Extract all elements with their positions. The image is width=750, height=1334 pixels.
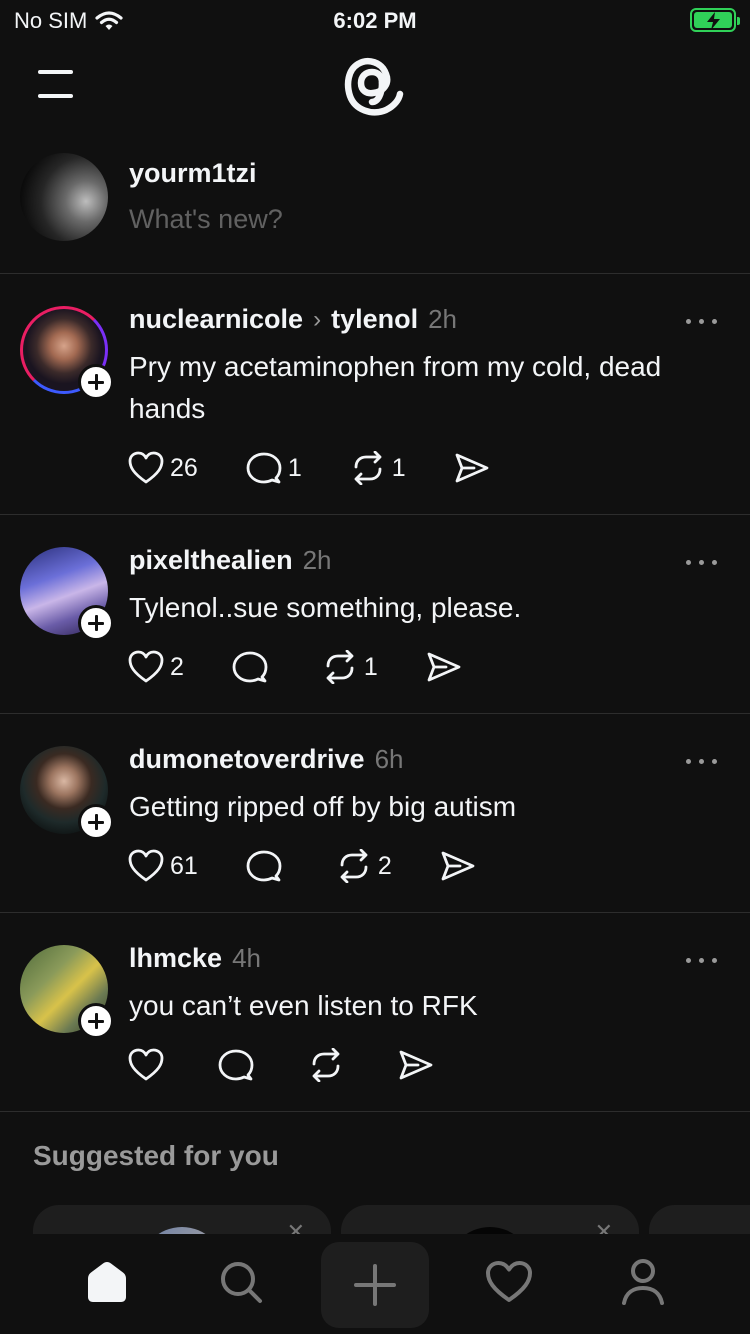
post-time: 2h: [302, 545, 332, 575]
like-count: 26: [170, 453, 198, 482]
composer-username: yourm1tzi: [129, 158, 257, 188]
comment-button[interactable]: [232, 650, 274, 684]
suggested-heading: Suggested for you: [33, 1140, 279, 1171]
share-button[interactable]: [440, 849, 476, 883]
post-text: Pry my acetaminophen from my cold, dead …: [129, 351, 662, 424]
comment-count: 1: [287, 453, 302, 482]
more-options-icon[interactable]: [686, 756, 720, 766]
bottom-nav: [0, 1234, 750, 1334]
send-icon: [399, 1050, 433, 1080]
post[interactable]: lhmcke 4h you can’t even listen to RFK: [0, 913, 750, 1112]
send-icon: [427, 652, 461, 682]
send-icon: [455, 453, 489, 483]
more-options-icon[interactable]: [686, 557, 720, 567]
menu-button[interactable]: [36, 70, 76, 100]
composer[interactable]: yourm1tzi What's new?: [0, 150, 750, 274]
home-icon: [88, 1262, 126, 1302]
nav-profile[interactable]: [611, 1250, 675, 1314]
nav-home[interactable]: [75, 1250, 139, 1314]
like-button[interactable]: 61: [128, 849, 198, 883]
heart-icon: [128, 849, 164, 882]
comment-icon: [218, 1049, 254, 1081]
heart-icon: [128, 650, 164, 683]
post-actions: 2 1: [128, 647, 510, 687]
post-actions: 61 2: [128, 846, 524, 886]
search-icon: [221, 1262, 262, 1303]
create-plus-icon: [354, 1264, 396, 1306]
post-username[interactable]: nuclearnicole: [129, 304, 303, 335]
status-time: 6:02 PM: [333, 8, 417, 33]
repost-count: 2: [377, 851, 392, 880]
status-bar: No SIM 6:02 PM: [0, 0, 750, 44]
nav-search[interactable]: [209, 1250, 273, 1314]
comment-button[interactable]: 1: [246, 451, 302, 485]
post-actions: [128, 1045, 482, 1085]
repost-button[interactable]: [308, 1048, 350, 1082]
repost-icon: [312, 1048, 340, 1082]
like-count: 2: [170, 652, 184, 681]
profile-icon: [622, 1259, 664, 1305]
nav-create[interactable]: [321, 1242, 429, 1328]
post-username[interactable]: dumonetoverdrive: [129, 744, 365, 775]
composer-placeholder[interactable]: What's new?: [129, 204, 283, 235]
repost-count: 1: [363, 652, 378, 681]
threads-logo-icon[interactable]: [338, 50, 412, 124]
like-button[interactable]: 26: [128, 451, 198, 485]
post-username[interactable]: pixelthealien: [129, 545, 293, 576]
follow-plus-icon[interactable]: [78, 804, 114, 840]
repost-icon: [354, 451, 382, 485]
comment-icon: [246, 452, 282, 484]
more-options-icon[interactable]: [686, 316, 720, 326]
post-actions: 26 1 1: [128, 448, 538, 488]
repost-icon: [340, 849, 368, 883]
repost-icon: [326, 650, 354, 684]
post[interactable]: pixelthealien 2h Tylenol..sue something,…: [0, 515, 750, 714]
chevron-right-icon: ›: [313, 305, 322, 333]
avatar[interactable]: [20, 153, 108, 241]
like-button[interactable]: [128, 1048, 170, 1082]
battery-charging-icon: [690, 8, 740, 32]
more-options-icon[interactable]: [686, 955, 720, 965]
follow-plus-icon[interactable]: [78, 364, 114, 400]
comment-icon: [232, 651, 268, 683]
post-username[interactable]: lhmcke: [129, 943, 222, 974]
post-time: 6h: [374, 744, 404, 774]
follow-plus-icon[interactable]: [78, 1003, 114, 1039]
post-time: 4h: [232, 943, 261, 973]
send-icon: [441, 851, 475, 881]
comment-button[interactable]: [218, 1048, 260, 1082]
comment-button[interactable]: [246, 849, 288, 883]
post-text: Tylenol..sue something, please.: [129, 592, 522, 623]
activity-heart-icon: [486, 1261, 532, 1302]
nav-activity[interactable]: [477, 1250, 541, 1314]
post-time: 2h: [428, 304, 458, 334]
post-text: Getting ripped off by big autism: [129, 791, 517, 822]
like-count: 61: [170, 851, 198, 880]
like-button[interactable]: 2: [128, 650, 184, 684]
share-button[interactable]: [426, 650, 462, 684]
repost-button[interactable]: 1: [322, 650, 378, 684]
repost-count: 1: [391, 453, 406, 482]
hamburger-line: [38, 94, 73, 98]
heart-icon: [128, 451, 164, 484]
comment-icon: [246, 850, 282, 882]
reply-to-username[interactable]: tylenol: [331, 304, 418, 335]
share-button[interactable]: [454, 451, 490, 485]
repost-button[interactable]: 2: [336, 849, 392, 883]
post[interactable]: dumonetoverdrive 6h Getting ripped off b…: [0, 714, 750, 913]
follow-plus-icon[interactable]: [78, 605, 114, 641]
heart-icon: [128, 1048, 164, 1081]
repost-button[interactable]: 1: [350, 451, 406, 485]
post-text: you can’t even listen to RFK: [129, 990, 478, 1021]
hamburger-menu-icon: [38, 70, 73, 74]
post[interactable]: nuclearnicole › tylenol 2h Pry my acetam…: [0, 274, 750, 515]
share-button[interactable]: [398, 1048, 434, 1082]
